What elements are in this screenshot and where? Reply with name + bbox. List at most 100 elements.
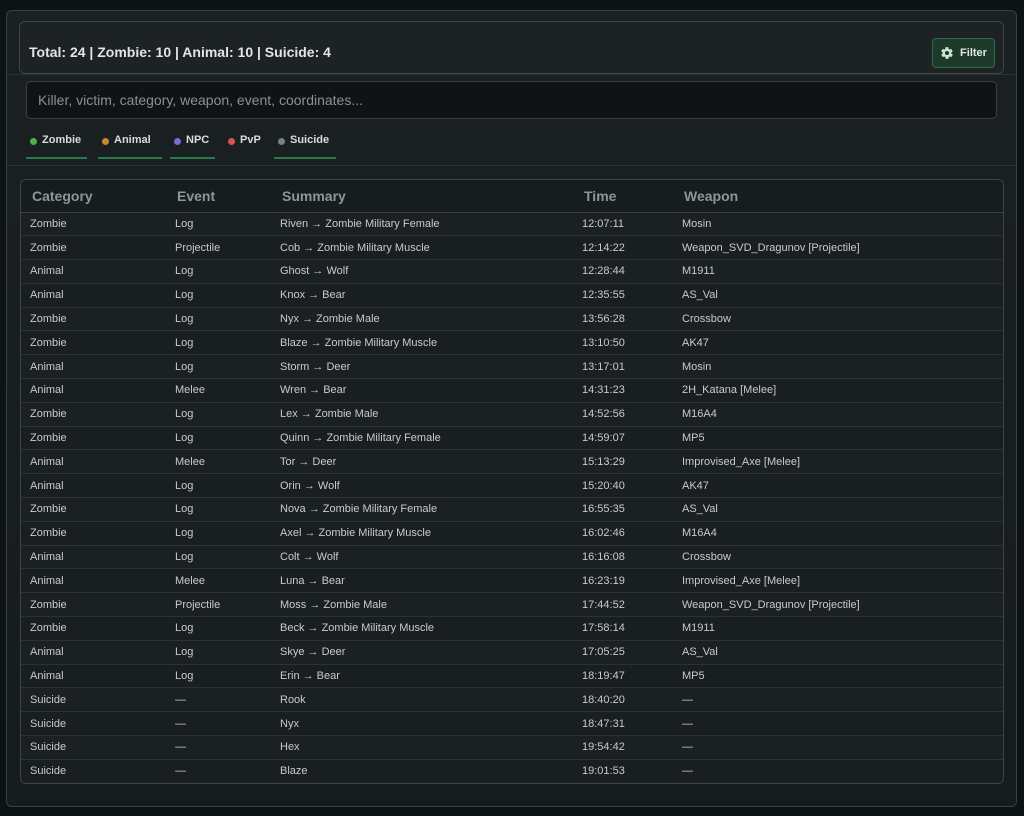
time-cell: 13:17:01 bbox=[573, 354, 673, 380]
summary-cell: Nyx bbox=[271, 711, 573, 737]
summary-cell: Blaze bbox=[271, 759, 573, 783]
summary-cell: Ghost → Wolf bbox=[271, 259, 573, 284]
summary-cell: Tor → Deer bbox=[271, 449, 573, 475]
table-row[interactable]: Zombie Log Nyx → Zombie Male 13:56:28 Crossb… bbox=[21, 307, 1003, 332]
summary-cell: Erin → Bear bbox=[271, 664, 573, 689]
chip-pvp[interactable]: PvP bbox=[224, 133, 266, 159]
kill-log-table: Category Event Summary Time Weapon Zombi… bbox=[20, 179, 1004, 784]
column-header-event[interactable]: Event bbox=[166, 180, 271, 213]
table-row[interactable]: Suicide — Hex 19:54:42— bbox=[21, 735, 1003, 760]
table-row[interactable]: Animal Melee Luna → Bear 16:23:19 Improvised… bbox=[21, 568, 1003, 594]
weapon-cell: — bbox=[673, 687, 1003, 713]
filter-button-label: Filter bbox=[960, 47, 987, 59]
table-row[interactable]: Zombie Projectile Moss → Zombie Male 17:44:… bbox=[21, 592, 1003, 618]
chip-label: Zombie bbox=[42, 134, 82, 146]
weapon-cell: — bbox=[673, 759, 1003, 783]
animal-dot-icon bbox=[102, 138, 109, 145]
time-cell: 17:44:52 bbox=[573, 592, 673, 618]
category-cell: Zombie bbox=[21, 330, 166, 356]
event-cell: Log bbox=[166, 521, 271, 546]
table-row[interactable]: Zombie Log Beck → Zombie Military Muscle 17… bbox=[21, 616, 1003, 641]
chip-label: Suicide bbox=[290, 134, 330, 146]
table-row[interactable]: Suicide — Nyx 18:47:31— bbox=[21, 711, 1003, 737]
chip-zombie[interactable]: Zombie bbox=[26, 133, 87, 159]
table-row[interactable]: Zombie Projectile Cob → Zombie Military Mu… bbox=[21, 235, 1003, 261]
column-header-weapon[interactable]: Weapon bbox=[673, 180, 1003, 213]
weapon-cell: AS_Val bbox=[673, 497, 1003, 522]
table-row[interactable]: Animal Log Colt → Wolf 16:16:08 Crossbow bbox=[21, 545, 1003, 570]
event-cell: Log bbox=[166, 664, 271, 689]
time-cell: 16:55:35 bbox=[573, 497, 673, 522]
search-input[interactable] bbox=[26, 81, 997, 119]
summary-cell: Luna → Bear bbox=[271, 568, 573, 594]
column-header-category[interactable]: Category bbox=[21, 180, 166, 213]
time-cell: 19:54:42 bbox=[573, 735, 673, 760]
event-cell: Melee bbox=[166, 568, 271, 594]
weapon-cell: AK47 bbox=[673, 330, 1003, 356]
chip-label: Animal bbox=[114, 134, 151, 146]
category-cell: Suicide bbox=[21, 711, 166, 737]
chip-label: PvP bbox=[240, 134, 261, 146]
weapon-cell: Mosin bbox=[673, 212, 1003, 237]
chip-animal[interactable]: Animal bbox=[98, 133, 162, 159]
chip-suicide[interactable]: Suicide bbox=[274, 133, 336, 159]
table-row[interactable]: Zombie Log Nova → Zombie Military Female 16… bbox=[21, 497, 1003, 522]
gear-icon bbox=[941, 47, 953, 59]
weapon-cell: AK47 bbox=[673, 473, 1003, 499]
table-row[interactable]: Suicide — Blaze 19:01:53— bbox=[21, 759, 1003, 783]
column-header-time[interactable]: Time bbox=[573, 180, 673, 213]
category-cell: Zombie bbox=[21, 212, 166, 237]
time-cell: 16:23:19 bbox=[573, 568, 673, 594]
table-row[interactable]: Zombie Log Axel → Zombie Military Muscle 16… bbox=[21, 521, 1003, 546]
event-cell: Log bbox=[166, 640, 271, 665]
table-row[interactable]: Animal Log Storm → Deer 13:17:01 Mosin bbox=[21, 354, 1003, 380]
event-cell: Log bbox=[166, 330, 271, 356]
column-header-summary[interactable]: Summary bbox=[271, 180, 573, 213]
weapon-cell: M16A4 bbox=[673, 402, 1003, 427]
category-cell: Suicide bbox=[21, 687, 166, 713]
table-row[interactable]: Animal Log Knox → Bear 12:35:55 AS_Val bbox=[21, 283, 1003, 308]
weapon-cell: Improvised_Axe [Melee] bbox=[673, 568, 1003, 594]
event-cell: Log bbox=[166, 354, 271, 380]
time-cell: 15:20:40 bbox=[573, 473, 673, 499]
pvp-dot-icon bbox=[228, 138, 235, 145]
summary-cell: Nova → Zombie Military Female bbox=[271, 497, 573, 522]
table-row[interactable]: Animal Log Orin → Wolf 15:20:40 AK47 bbox=[21, 473, 1003, 499]
table-row[interactable]: Suicide — Rook 18:40:20— bbox=[21, 687, 1003, 713]
table-row[interactable]: Animal Log Skye → Deer 17:05:25 AS_Val bbox=[21, 640, 1003, 665]
filter-button[interactable]: Filter bbox=[932, 38, 995, 68]
totals-summary: Total: 24 | Zombie: 10 | Animal: 10 | Su… bbox=[29, 44, 331, 60]
event-cell: — bbox=[166, 711, 271, 737]
time-cell: 19:01:53 bbox=[573, 759, 673, 783]
table-row[interactable]: Zombie Log Lex → Zombie Male 14:52:56 M16A4 bbox=[21, 402, 1003, 427]
summary-header: Total: 24 | Zombie: 10 | Animal: 10 | Su… bbox=[19, 21, 1004, 74]
table-row[interactable]: Zombie Log Quinn → Zombie Military Female 1… bbox=[21, 426, 1003, 451]
event-cell: Log bbox=[166, 307, 271, 332]
table-row[interactable]: Animal Log Erin → Bear 18:19:47 MP5 bbox=[21, 664, 1003, 689]
category-cell: Suicide bbox=[21, 735, 166, 760]
time-cell: 15:13:29 bbox=[573, 449, 673, 475]
category-cell: Animal bbox=[21, 568, 166, 594]
event-cell: Log bbox=[166, 259, 271, 284]
table-row[interactable]: Animal Melee Wren → Bear 14:31:23 2H_Katana … bbox=[21, 378, 1003, 403]
summary-cell: Quinn → Zombie Military Female bbox=[271, 426, 573, 451]
summary-cell: Beck → Zombie Military Muscle bbox=[271, 616, 573, 641]
table-row[interactable]: Animal Melee Tor → Deer 15:13:29 Improvised_… bbox=[21, 449, 1003, 475]
weapon-cell: Crossbow bbox=[673, 545, 1003, 570]
weapon-cell: AS_Val bbox=[673, 640, 1003, 665]
event-cell: Log bbox=[166, 283, 271, 308]
table-row[interactable]: Zombie Log Riven → Zombie Military Female 1… bbox=[21, 212, 1003, 237]
summary-cell: Blaze → Zombie Military Muscle bbox=[271, 330, 573, 356]
time-cell: 16:16:08 bbox=[573, 545, 673, 570]
summary-cell: Moss → Zombie Male bbox=[271, 592, 573, 618]
chip-npc[interactable]: NPC bbox=[170, 133, 215, 159]
divider bbox=[7, 74, 1016, 75]
category-cell: Suicide bbox=[21, 759, 166, 783]
table-row[interactable]: Animal Log Ghost → Wolf 12:28:44 M1911 bbox=[21, 259, 1003, 284]
category-cell: Animal bbox=[21, 545, 166, 570]
table-row[interactable]: Zombie Log Blaze → Zombie Military Muscle 1… bbox=[21, 330, 1003, 356]
category-cell: Animal bbox=[21, 664, 166, 689]
time-cell: 12:07:11 bbox=[573, 212, 673, 237]
event-cell: Melee bbox=[166, 449, 271, 475]
time-cell: 14:31:23 bbox=[573, 378, 673, 403]
